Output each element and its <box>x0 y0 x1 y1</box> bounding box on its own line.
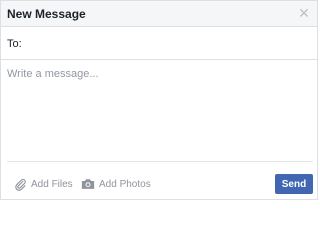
add-files-button[interactable]: Add Files <box>14 176 73 192</box>
dialog-title: New Message <box>7 7 86 21</box>
recipient-row: To: <box>1 28 317 60</box>
dialog-header: New Message ✕ <box>1 1 317 27</box>
to-label: To: <box>7 38 22 50</box>
add-files-label: Add Files <box>31 178 73 190</box>
camera-icon <box>81 178 95 190</box>
footer-divider <box>7 161 313 162</box>
recipient-input[interactable] <box>23 34 309 54</box>
add-photos-label: Add Photos <box>99 178 151 190</box>
paperclip-icon <box>14 178 27 191</box>
add-photos-button[interactable]: Add Photos <box>81 176 151 192</box>
close-icon[interactable]: ✕ <box>297 5 311 21</box>
new-message-dialog: New Message ✕ To: Add Files Add Photos S… <box>0 0 318 200</box>
message-area <box>1 61 317 161</box>
message-input[interactable] <box>1 61 317 161</box>
send-button[interactable]: Send <box>275 174 313 194</box>
